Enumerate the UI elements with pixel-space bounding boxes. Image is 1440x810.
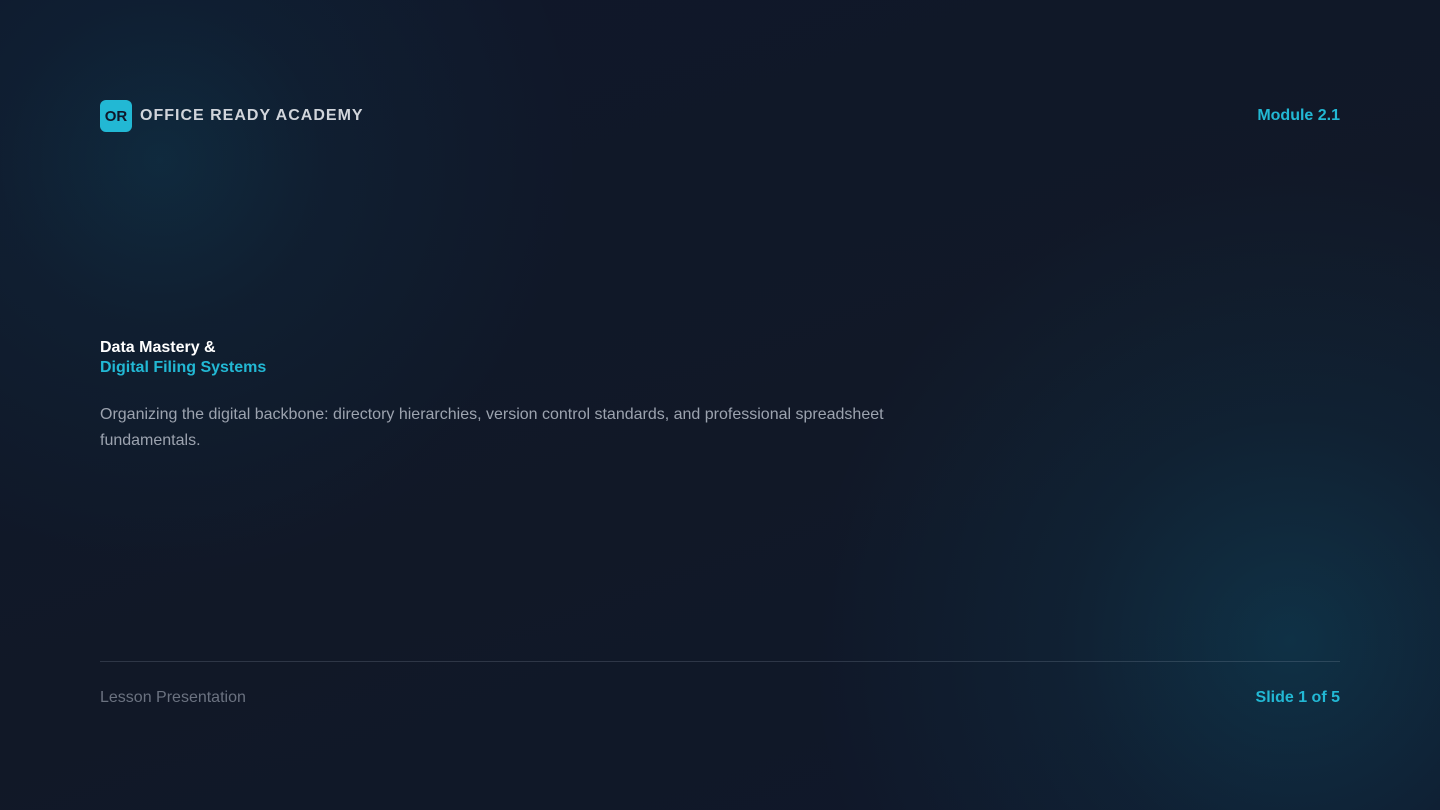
logo-badge: OR: [100, 100, 132, 132]
brand: OR OFFICE READY ACADEMY: [100, 100, 364, 132]
slide: OR OFFICE READY ACADEMY Module 2.1 Data …: [0, 0, 1440, 810]
footer-divider: [100, 661, 1340, 662]
slide-footer: Lesson Presentation Slide 1 of 5: [100, 688, 1340, 708]
slide-counter: Slide 1 of 5: [1255, 689, 1340, 706]
footer-lesson-label: Lesson Presentation: [100, 689, 246, 706]
slide-description: Organizing the digital backbone: directo…: [100, 406, 884, 449]
slide-title-line-2: Digital Filing Systems: [100, 359, 267, 376]
module-label: Module 2.1: [1257, 107, 1340, 124]
slide-title-line-1: Data Mastery &: [100, 339, 216, 356]
brand-name: OFFICE READY ACADEMY: [140, 107, 364, 124]
slide-header: OR OFFICE READY ACADEMY Module 2.1: [100, 100, 1340, 132]
title-block: Data Mastery & Digital Filing Systems Or…: [100, 338, 1000, 454]
